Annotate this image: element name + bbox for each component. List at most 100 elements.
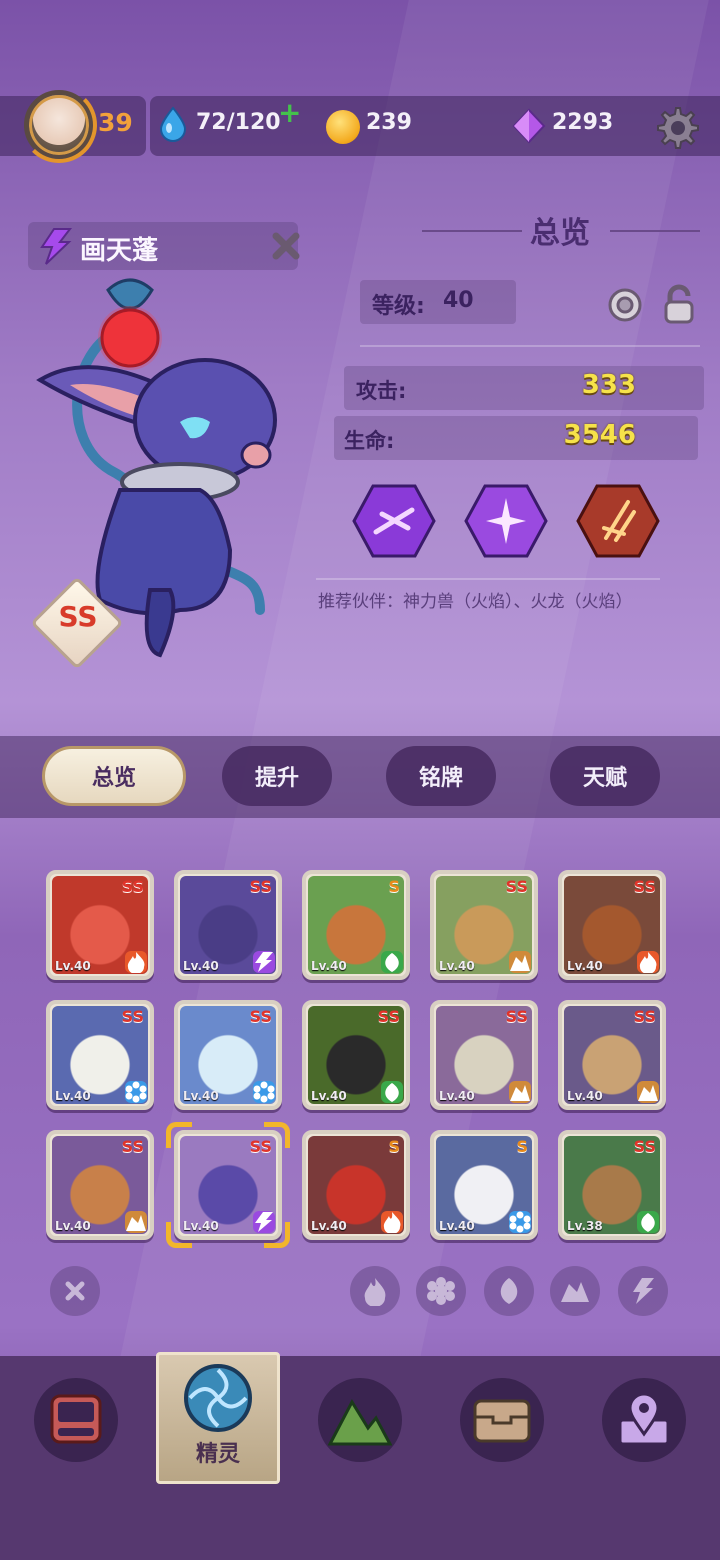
spirit-rank: SS — [121, 1137, 144, 1156]
tab-overview[interactable]: 总览 — [42, 746, 186, 806]
clear-filter-button[interactable] — [50, 1266, 100, 1316]
fire-element-icon — [381, 1211, 403, 1234]
spirit-rank: SS — [249, 1007, 272, 1026]
map-pin-icon — [618, 1392, 670, 1446]
selection-corner — [264, 1222, 290, 1248]
gem-value: 2293 — [552, 110, 614, 135]
spirit-rank: SS — [505, 1007, 528, 1026]
tab-nameplate[interactable]: 铭牌 — [386, 746, 496, 806]
earth-element-icon — [637, 1081, 659, 1103]
spirit-card[interactable]: SS Lv.40 — [46, 870, 154, 980]
selection-corner — [166, 1122, 192, 1148]
overview-title: 总览 — [530, 216, 590, 251]
ice-element-icon — [253, 1081, 275, 1103]
lock-icon[interactable] — [660, 284, 698, 326]
player-level: 39 — [98, 108, 133, 137]
energy-drop-icon — [159, 106, 187, 142]
attack-label: 攻击: — [356, 379, 407, 403]
stats-divider — [360, 345, 700, 347]
spirit-rank: SS — [505, 877, 528, 896]
grass-element-icon — [381, 951, 403, 973]
spirit-card[interactable]: SS Lv.38 — [558, 1130, 666, 1240]
spirit-card[interactable]: SS Lv.40 — [174, 870, 282, 980]
grass-element-icon — [637, 1211, 659, 1233]
skill-3-icon[interactable] — [576, 484, 660, 558]
thunder-element-icon — [40, 228, 73, 265]
earth-element-icon — [509, 1081, 531, 1103]
spirit-level: Lv.40 — [311, 1089, 347, 1103]
spirit-rank: SS — [377, 1007, 400, 1026]
rank-badge-text: SS — [58, 600, 98, 633]
title-ornament-right — [610, 230, 700, 232]
level-progress-ring — [21, 87, 97, 163]
tab-talent[interactable]: 天赋 — [550, 746, 660, 806]
add-energy-icon[interactable]: + — [278, 96, 301, 129]
nav-adventure-button[interactable] — [318, 1378, 402, 1462]
spirit-icon — [184, 1364, 252, 1432]
skill-2-icon[interactable] — [464, 484, 548, 558]
spirit-level: Lv.40 — [311, 1219, 347, 1233]
nav-bag-button[interactable] — [460, 1378, 544, 1462]
spirit-card[interactable]: S Lv.40 — [302, 870, 410, 980]
spirit-card[interactable]: SS Lv.40 — [558, 870, 666, 980]
spirit-level: Lv.40 — [567, 1089, 603, 1103]
ice-filter-button[interactable] — [416, 1266, 466, 1316]
mountain-icon — [561, 1282, 589, 1302]
hp-label: 生命: — [344, 429, 395, 453]
spirit-card[interactable]: SS Lv.40 — [430, 870, 538, 980]
fire-element-icon — [125, 951, 147, 974]
spirit-level: Lv.40 — [439, 959, 475, 973]
spirit-card[interactable]: S Lv.40 — [430, 1130, 538, 1240]
spirit-card[interactable]: SS Lv.40 — [430, 1000, 538, 1110]
thunder-element-icon — [253, 951, 275, 973]
spirit-card[interactable]: SS Lv.40 — [302, 1000, 410, 1110]
hp-value: 3546 — [563, 420, 636, 450]
spirit-level: Lv.40 — [183, 959, 219, 973]
spirit-card[interactable]: SS Lv.40 — [46, 1130, 154, 1240]
spirit-rank: SS — [633, 877, 656, 896]
coin-value: 239 — [366, 110, 412, 135]
leaf-icon — [500, 1278, 518, 1304]
close-icon[interactable] — [270, 230, 302, 262]
level-value: 40 — [443, 288, 474, 313]
spirit-level: Lv.40 — [55, 959, 91, 973]
level-label: 等级: — [372, 294, 425, 319]
earth-filter-button[interactable] — [550, 1266, 600, 1316]
grass-filter-button[interactable] — [484, 1266, 534, 1316]
spirit-rank: S — [388, 877, 400, 896]
ice-icon — [427, 1277, 455, 1305]
settings-gear-icon[interactable] — [656, 106, 700, 150]
nav-map-button[interactable] — [602, 1378, 686, 1462]
thunder-filter-button[interactable] — [618, 1266, 668, 1316]
fire-element-icon — [637, 951, 659, 974]
spirit-level: Lv.40 — [439, 1089, 475, 1103]
recommend-divider — [316, 578, 660, 580]
clear-icon — [65, 1281, 85, 1301]
spirit-card[interactable]: S Lv.40 — [302, 1130, 410, 1240]
skill-1-icon[interactable] — [352, 484, 436, 558]
fire-filter-button[interactable] — [350, 1266, 400, 1316]
spirit-rank: S — [516, 1137, 528, 1156]
tab-upgrade[interactable]: 提升 — [222, 746, 332, 806]
character-name: 画天蓬 — [80, 236, 159, 266]
spirit-level: Lv.40 — [183, 1089, 219, 1103]
bolt-icon — [633, 1278, 654, 1304]
spirit-level: Lv.38 — [567, 1219, 603, 1233]
nav-spirit-label: 精灵 — [195, 1442, 240, 1467]
spirit-rank: SS — [633, 1137, 656, 1156]
chest-icon — [473, 1399, 531, 1443]
spirit-rank: SS — [121, 877, 144, 896]
recommend-text: 推荐伙伴：神力兽（火焰）、火龙（火焰） — [318, 592, 633, 612]
ring-icon[interactable] — [606, 286, 644, 324]
spirit-card[interactable]: SS Lv.40 — [558, 1000, 666, 1110]
spirit-card[interactable]: SS Lv.40 — [46, 1000, 154, 1110]
earth-element-icon — [125, 1211, 147, 1233]
spirit-level: Lv.40 — [55, 1089, 91, 1103]
nav-shop-button[interactable] — [34, 1378, 118, 1462]
coin-icon — [326, 110, 360, 144]
spirit-level: Lv.40 — [439, 1219, 475, 1233]
spirit-level: Lv.40 — [567, 959, 603, 973]
earth-element-icon — [509, 951, 531, 973]
grass-element-icon — [381, 1081, 403, 1103]
spirit-card[interactable]: SS Lv.40 — [174, 1000, 282, 1110]
